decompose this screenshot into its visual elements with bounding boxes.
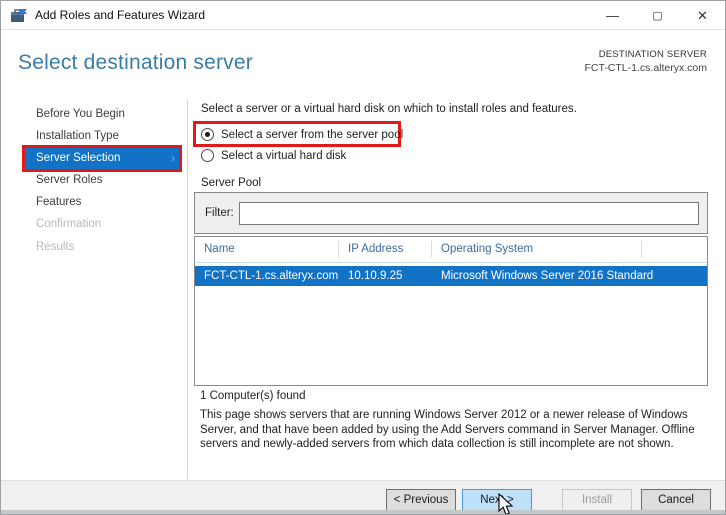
cell-server-name: FCT-CTL-1.cs.alteryx.com bbox=[204, 270, 339, 282]
wizard-window: Add Roles and Features Wizard — ▢ ✕ Sele… bbox=[0, 0, 726, 515]
chevron-right-icon: › bbox=[171, 151, 175, 165]
filter-panel: Filter: bbox=[194, 192, 708, 234]
close-button[interactable]: ✕ bbox=[680, 1, 725, 30]
desktop-edge-strip bbox=[1, 510, 725, 514]
column-header-ip-address[interactable]: IP Address bbox=[339, 241, 432, 258]
radio-button-selected[interactable] bbox=[201, 128, 214, 141]
filter-label: Filter: bbox=[205, 207, 234, 219]
page-title: Select destination server bbox=[18, 51, 253, 74]
column-header-name[interactable]: Name bbox=[195, 241, 339, 258]
radio-select-server-pool[interactable]: Select a server from the server pool bbox=[201, 128, 403, 141]
maximize-button[interactable]: ▢ bbox=[635, 1, 680, 30]
wizard-header: Select destination server DESTINATION SE… bbox=[1, 31, 725, 96]
radio-select-virtual-hard-disk[interactable]: Select a virtual hard disk bbox=[201, 149, 346, 162]
computers-found-text: 1 Computer(s) found bbox=[200, 390, 306, 402]
table-row-selected[interactable]: FCT-CTL-1.cs.alteryx.com 10.10.9.25 Micr… bbox=[195, 266, 707, 286]
cell-ip-address: 10.10.9.25 bbox=[348, 270, 403, 282]
page-description: This page shows servers that are running… bbox=[200, 409, 695, 450]
footer-bar: < Previous Next > Install Cancel bbox=[1, 480, 725, 511]
previous-button[interactable]: < Previous bbox=[386, 489, 456, 511]
column-header-empty bbox=[642, 241, 707, 258]
sidebar-item-installation-type[interactable]: Installation Type bbox=[36, 130, 119, 142]
server-manager-icon bbox=[11, 8, 27, 22]
server-pool-table: Name IP Address Operating System FCT-CTL… bbox=[194, 236, 708, 386]
sidebar-item-server-roles[interactable]: Server Roles bbox=[36, 174, 102, 186]
radio-label: Select a server from the server pool bbox=[221, 128, 404, 141]
minimize-button[interactable]: — bbox=[590, 1, 635, 30]
sidebar-item-before-you-begin[interactable]: Before You Begin bbox=[36, 108, 125, 120]
cancel-button[interactable]: Cancel bbox=[641, 489, 711, 511]
destination-label: DESTINATION SERVER bbox=[598, 49, 707, 60]
radio-label: Select a virtual hard disk bbox=[221, 149, 347, 162]
cell-operating-system: Microsoft Windows Server 2016 Standard bbox=[441, 270, 654, 282]
install-button: Install bbox=[562, 489, 632, 511]
title-bar: Add Roles and Features Wizard — ▢ ✕ bbox=[1, 1, 725, 30]
sidebar-item-results: Results bbox=[36, 241, 75, 253]
next-button[interactable]: Next > bbox=[462, 489, 532, 511]
sidebar-item-confirmation: Confirmation bbox=[36, 218, 102, 230]
destination-block: DESTINATION SERVER FCT-CTL-1.cs.alteryx.… bbox=[584, 49, 707, 74]
server-pool-label: Server Pool bbox=[201, 177, 262, 189]
sidebar-item-features[interactable]: Features bbox=[36, 196, 81, 208]
table-header-row: Name IP Address Operating System bbox=[195, 237, 707, 263]
radio-button-unselected[interactable] bbox=[201, 149, 214, 162]
sidebar-item-label: Server Selection bbox=[36, 152, 121, 164]
sidebar-item-server-selection[interactable]: Server Selection › bbox=[22, 145, 182, 172]
column-header-operating-system[interactable]: Operating System bbox=[432, 241, 642, 258]
window-title: Add Roles and Features Wizard bbox=[35, 8, 206, 22]
filter-input[interactable] bbox=[239, 202, 699, 225]
destination-server-name: FCT-CTL-1.cs.alteryx.com bbox=[584, 62, 707, 74]
sidebar-divider bbox=[187, 99, 188, 479]
intro-text: Select a server or a virtual hard disk o… bbox=[201, 103, 577, 115]
